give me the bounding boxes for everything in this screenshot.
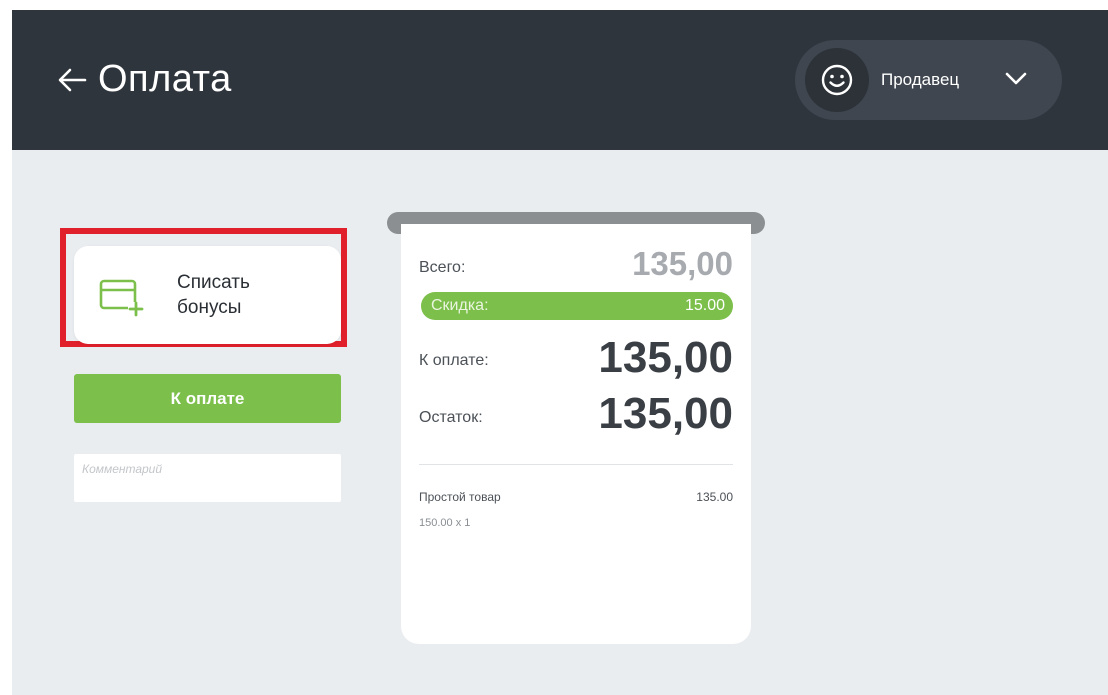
total-value: 135,00 [632, 245, 733, 282]
comment-input[interactable] [74, 454, 341, 502]
pay-button[interactable]: К оплате [74, 374, 341, 423]
balance-value: 135,00 [598, 389, 733, 438]
amount-due-value: 135,00 [598, 333, 733, 382]
item-name: Простой товар [419, 490, 501, 504]
arrow-left-icon [58, 68, 87, 92]
item-quantity: 150.00 x 1 [419, 517, 471, 529]
receipt-divider [419, 464, 733, 465]
redeem-bonuses-button[interactable]: Списать бонусы [74, 246, 341, 344]
redeem-bonuses-label: Списать бонусы [177, 272, 250, 318]
avatar [805, 48, 869, 112]
receipt: Всего: 135,00 Скидка: 15.00 К оплате: 13… [401, 224, 751, 644]
smiley-icon [821, 64, 853, 96]
page-title: Оплата [98, 58, 232, 100]
user-dropdown-toggle[interactable] [1001, 64, 1031, 94]
user-menu[interactable]: Продавец [795, 40, 1062, 120]
item-price: 135.00 [696, 490, 733, 504]
payment-screen: Оплата Продавец Списать бонусы К оплате … [12, 10, 1108, 695]
header-bar: Оплата Продавец [12, 10, 1108, 150]
balance-label: Остаток: [419, 409, 483, 426]
user-name: Продавец [881, 70, 960, 89]
total-label: Всего: [419, 259, 466, 276]
back-button[interactable] [52, 58, 92, 102]
discount-value: 15.00 [684, 297, 725, 314]
amount-due-label: К оплате: [419, 352, 489, 369]
discount-bar: Скидка: 15.00 [421, 292, 733, 320]
card-plus-icon [99, 279, 144, 317]
discount-label: Скидка: [431, 297, 489, 314]
chevron-down-icon [1005, 72, 1027, 85]
